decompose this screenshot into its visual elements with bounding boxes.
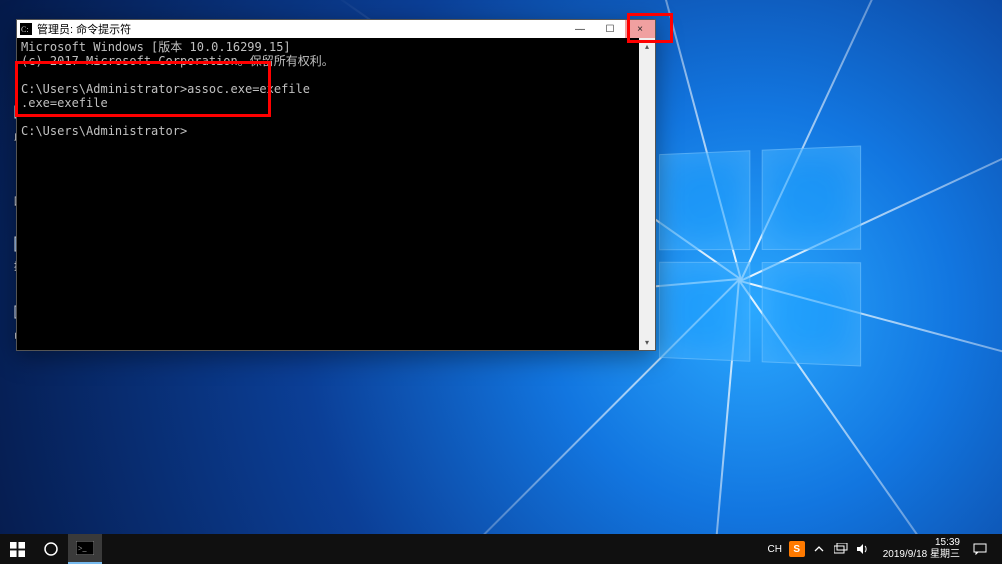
taskbar-app-cmd[interactable]: >_ xyxy=(68,534,102,564)
scroll-down-arrow[interactable]: ▾ xyxy=(639,334,655,350)
ime-indicator[interactable]: CH xyxy=(767,541,783,557)
cortana-search-button[interactable] xyxy=(34,534,68,564)
taskbar[interactable]: >_ CH S 15:39 2019/9/18 星期三 xyxy=(0,534,1002,564)
command-prompt-window[interactable]: C: 管理员: 命令提示符 — ☐ × Microsoft Windows [版… xyxy=(16,19,656,351)
cmd-taskbar-icon: >_ xyxy=(76,541,94,555)
window-title: 管理员: 命令提示符 xyxy=(35,21,565,37)
taskbar-clock[interactable]: 15:39 2019/9/18 星期三 xyxy=(877,537,966,561)
tray-chevron-up-icon[interactable] xyxy=(811,541,827,557)
minimize-button[interactable]: — xyxy=(565,20,595,38)
start-button[interactable] xyxy=(0,534,34,564)
scroll-up-arrow[interactable]: ▴ xyxy=(639,38,655,54)
vertical-scrollbar[interactable]: ▴ ▾ xyxy=(639,38,655,350)
action-center-icon[interactable] xyxy=(972,541,988,557)
maximize-button[interactable]: ☐ xyxy=(595,20,625,38)
sogou-ime-icon[interactable]: S xyxy=(789,541,805,557)
terminal-area[interactable]: Microsoft Windows [版本 10.0.16299.15] (c)… xyxy=(17,38,655,350)
network-icon[interactable] xyxy=(833,541,849,557)
wallpaper-windows-logo xyxy=(659,145,861,366)
titlebar[interactable]: C: 管理员: 命令提示符 — ☐ × xyxy=(17,20,655,38)
terminal-output: Microsoft Windows [版本 10.0.16299.15] (c)… xyxy=(17,38,639,350)
circle-icon xyxy=(43,541,59,557)
svg-text:>_: >_ xyxy=(78,544,88,553)
system-tray[interactable]: CH S 15:39 2019/9/18 星期三 xyxy=(767,534,1002,564)
clock-time: 15:39 xyxy=(935,537,960,549)
svg-text:C:: C: xyxy=(21,25,29,34)
windows-logo-icon xyxy=(10,542,25,557)
close-button[interactable]: × xyxy=(625,20,655,38)
volume-icon[interactable] xyxy=(855,541,871,557)
clock-date: 2019/9/18 星期三 xyxy=(883,549,960,561)
desktop-wallpaper[interactable]: 此 回 控 电脑 C: 管理员: 命令提示符 — ☐ × Microsoft W… xyxy=(0,0,1002,564)
cmd-icon: C: xyxy=(17,23,35,35)
